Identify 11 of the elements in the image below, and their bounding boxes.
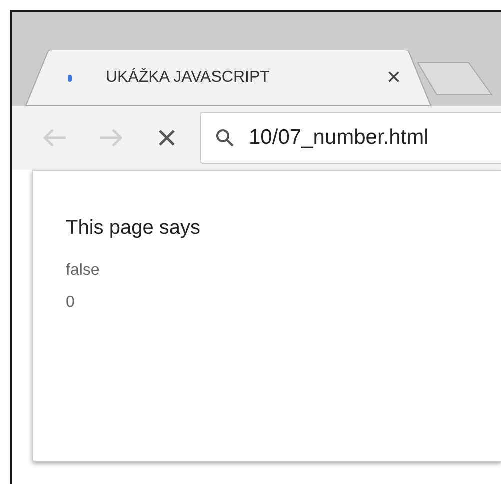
dialog-message: false (66, 261, 100, 281)
tab-title: UKÁŽKA JAVASCRIPT (106, 67, 270, 88)
address-bar[interactable]: 10/07_number.html (200, 112, 501, 164)
loading-icon (68, 74, 72, 82)
address-text: 10/07_number.html (249, 125, 429, 152)
close-button[interactable]: × (386, 66, 401, 90)
dialog-title: This page says (66, 216, 201, 241)
dialog-message: 0 (66, 293, 76, 313)
browser-tab[interactable]: UKÁŽKA JAVASCRIPT × (26, 50, 431, 106)
close-icon[interactable] (158, 129, 176, 147)
search-icon (215, 128, 235, 148)
